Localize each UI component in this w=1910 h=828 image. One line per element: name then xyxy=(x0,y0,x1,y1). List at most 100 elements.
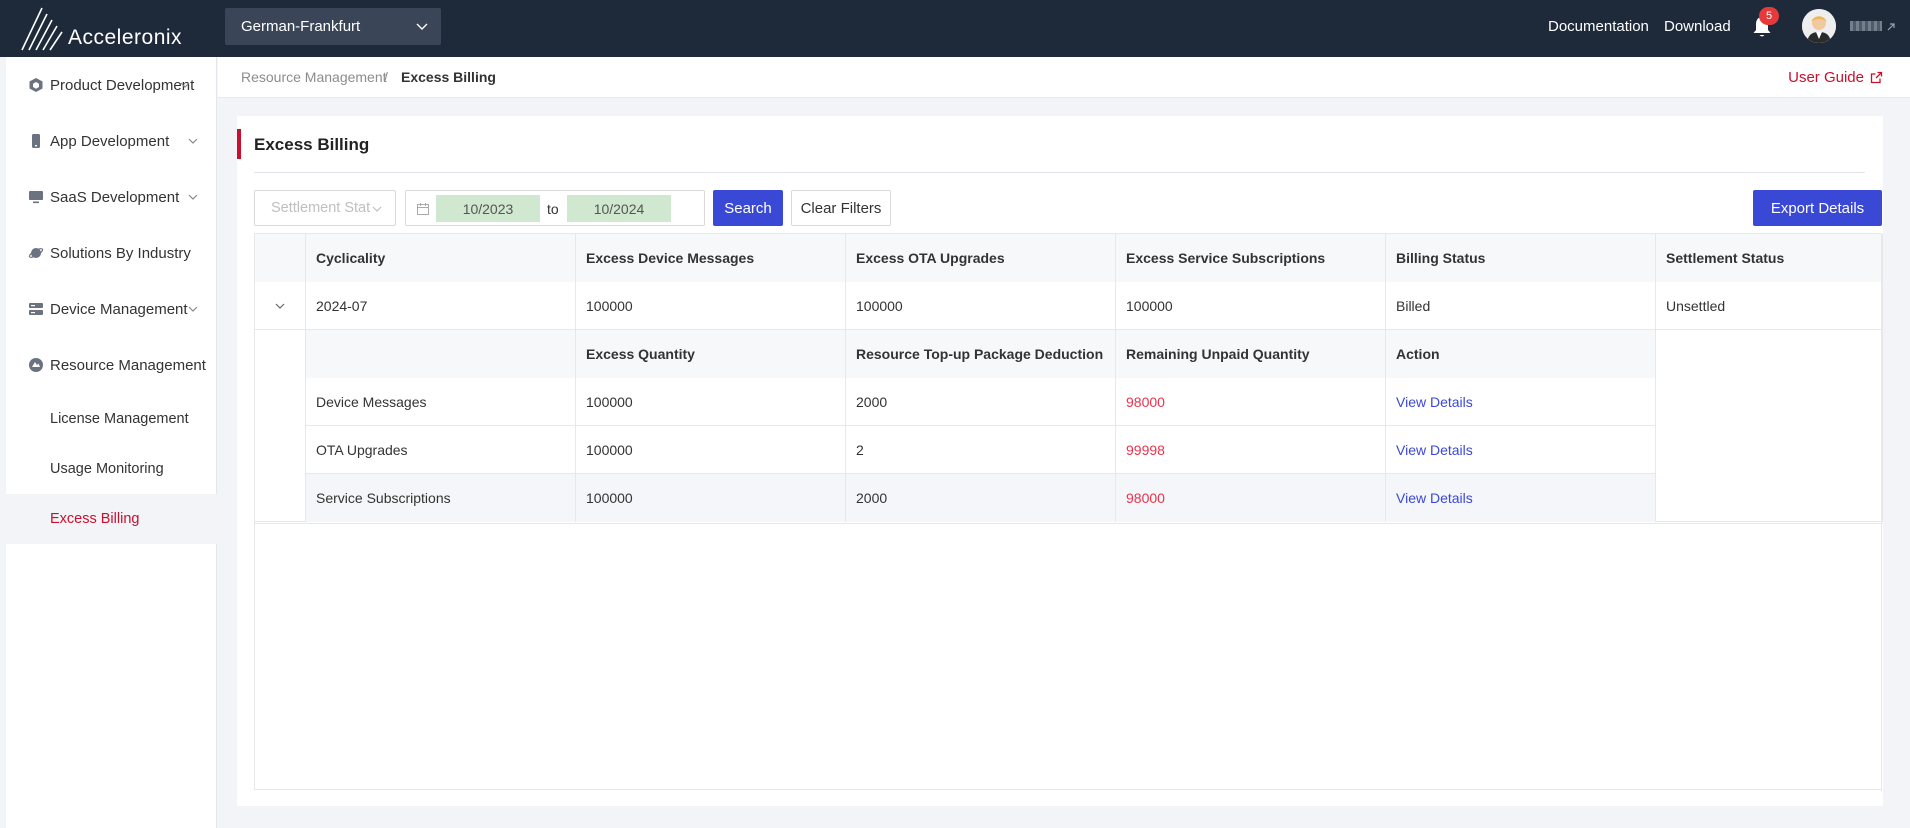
chevron-down-icon xyxy=(188,138,198,144)
expand-toggle[interactable] xyxy=(255,282,306,330)
monitor-icon xyxy=(29,191,43,204)
remaining-unpaid-cell: 98000 xyxy=(1116,378,1386,426)
ota-upgrades-cell: 100000 xyxy=(846,282,1116,330)
sidebar-item-product-development[interactable]: Product Development xyxy=(6,57,217,113)
notification-badge: 5 xyxy=(1759,7,1779,25)
sub-column-header: Remaining Unpaid Quantity xyxy=(1116,330,1386,378)
title-divider xyxy=(254,172,1865,173)
export-details-button[interactable]: Export Details xyxy=(1753,190,1882,226)
region-selector[interactable]: German-Frankfurt xyxy=(225,8,441,45)
external-link-icon[interactable] xyxy=(1886,22,1896,32)
resource-name-cell: Service Subscriptions xyxy=(306,474,576,522)
remaining-unpaid-cell: 99998 xyxy=(1116,426,1386,474)
logo-mark-icon xyxy=(21,7,63,51)
excess-billing-card: Excess Billing Settlement Stat 10/2023 t… xyxy=(237,116,1883,806)
sidebar-item-label: SaaS Development xyxy=(50,188,180,206)
excess-quantity-cell: 100000 xyxy=(576,378,846,426)
deduction-cell: 2 xyxy=(846,426,1116,474)
table-header-row: Cyclicality Excess Device Messages Exces… xyxy=(255,234,1883,282)
expand-right-blank xyxy=(1656,330,1883,522)
settlement-status-select[interactable]: Settlement Stat xyxy=(254,190,396,226)
sidebar-subitem-license-management[interactable]: License Management xyxy=(6,394,217,444)
documentation-link[interactable]: Documentation xyxy=(1548,18,1649,35)
clear-filters-button[interactable]: Clear Filters xyxy=(791,190,891,226)
cycle-cell: 2024-07 xyxy=(306,282,576,330)
view-details-link[interactable]: View Details xyxy=(1386,474,1656,522)
deduction-cell: 2000 xyxy=(846,474,1116,522)
column-header: Excess Service Subscriptions xyxy=(1116,234,1386,282)
server-icon xyxy=(29,303,43,315)
sidebar-subitem-usage-monitoring[interactable]: Usage Monitoring xyxy=(6,444,217,494)
table-row: OTA Upgrades 100000 2 99998 View Details xyxy=(306,426,1656,474)
service-subscriptions-cell: 100000 xyxy=(1116,282,1386,330)
chevron-down-icon xyxy=(416,23,428,30)
date-range-picker[interactable]: 10/2023 to 10/2024 xyxy=(405,190,705,226)
sidebar-item-device-management[interactable]: Device Management xyxy=(6,281,217,337)
page-title: Excess Billing xyxy=(254,135,370,154)
sidebar-item-label: Solutions By Industry xyxy=(50,244,191,262)
column-header: Excess OTA Upgrades xyxy=(846,234,1116,282)
table-row: 2024-07 100000 100000 100000 Billed Unse… xyxy=(255,282,1883,330)
chevron-down-icon xyxy=(180,82,190,88)
column-header: Cyclicality xyxy=(306,234,576,282)
brand-logo[interactable]: Acceleronix xyxy=(20,6,182,52)
excess-quantity-cell: 100000 xyxy=(576,426,846,474)
sidebar-item-solutions-by-industry[interactable]: Solutions By Industry xyxy=(6,225,217,281)
column-header: Excess Device Messages xyxy=(576,234,846,282)
chevron-down-icon xyxy=(188,194,198,200)
expand-spacer xyxy=(255,330,306,522)
breadcrumb: Resource Management / Excess Billing Use… xyxy=(218,57,1910,98)
search-button[interactable]: Search xyxy=(713,190,783,226)
user-guide-label: User Guide xyxy=(1788,69,1864,86)
device-messages-cell: 100000 xyxy=(576,282,846,330)
sub-column-header: Resource Top-up Package Deduction xyxy=(846,330,1116,378)
breadcrumb-current: Excess Billing xyxy=(401,69,496,85)
view-details-link[interactable]: View Details xyxy=(1386,378,1656,426)
deduction-cell: 2000 xyxy=(846,378,1116,426)
user-avatar-icon xyxy=(1802,9,1836,43)
chevron-down-icon xyxy=(188,306,198,312)
sidebar-subitem-label: Usage Monitoring xyxy=(50,461,164,477)
sidebar-subitem-excess-billing[interactable]: Excess Billing xyxy=(6,494,217,544)
date-range-separator: to xyxy=(547,201,559,217)
resource-name-cell: Device Messages xyxy=(306,378,576,426)
sidebar-item-app-development[interactable]: App Development xyxy=(6,113,217,169)
user-guide-link[interactable]: User Guide xyxy=(1788,69,1883,86)
excess-quantity-cell: 100000 xyxy=(576,474,846,522)
top-bar: Acceleronix German-Frankfurt Documentati… xyxy=(0,0,1910,57)
calendar-icon xyxy=(417,203,429,215)
table-right-border xyxy=(1881,234,1882,791)
expand-column-header xyxy=(255,234,306,282)
phone-icon xyxy=(32,134,40,148)
sidebar-item-label: Resource Management xyxy=(50,356,206,374)
brand-name: Acceleronix xyxy=(68,26,183,49)
sidebar-item-saas-development[interactable]: SaaS Development xyxy=(6,169,217,225)
date-end-input[interactable]: 10/2024 xyxy=(567,195,671,222)
sub-table-header-row: Excess Quantity Resource Top-up Package … xyxy=(306,330,1656,378)
column-header: Billing Status xyxy=(1386,234,1656,282)
table-row: Device Messages 100000 2000 98000 View D… xyxy=(306,378,1656,426)
username-masked[interactable] xyxy=(1850,21,1882,31)
region-label: German-Frankfurt xyxy=(241,18,361,35)
external-link-icon xyxy=(1870,71,1883,84)
sub-column-header: Excess Quantity xyxy=(576,330,846,378)
settlement-status-cell: Unsettled xyxy=(1656,282,1883,330)
planet-icon xyxy=(28,248,44,258)
cube-icon xyxy=(29,78,43,92)
sidebar-item-label: Product Development xyxy=(50,76,195,94)
date-start-input[interactable]: 10/2023 xyxy=(436,195,540,222)
sidebar-item-resource-management[interactable]: Resource Management xyxy=(6,337,217,393)
resource-name-cell: OTA Upgrades xyxy=(306,426,576,474)
billing-status-cell: Billed xyxy=(1386,282,1656,330)
sub-column-header-blank xyxy=(306,330,576,378)
title-accent-bar xyxy=(237,129,241,159)
view-details-link[interactable]: View Details xyxy=(1386,426,1656,474)
column-header: Settlement Status xyxy=(1656,234,1883,282)
breadcrumb-parent[interactable]: Resource Management xyxy=(241,69,387,85)
avatar[interactable] xyxy=(1802,9,1836,43)
chevron-down-icon xyxy=(275,303,285,309)
sidebar: Product Development App Development SaaS… xyxy=(6,57,217,828)
sidebar-subitem-label: Excess Billing xyxy=(50,511,140,527)
download-link[interactable]: Download xyxy=(1664,18,1731,35)
resource-icon xyxy=(29,358,43,372)
